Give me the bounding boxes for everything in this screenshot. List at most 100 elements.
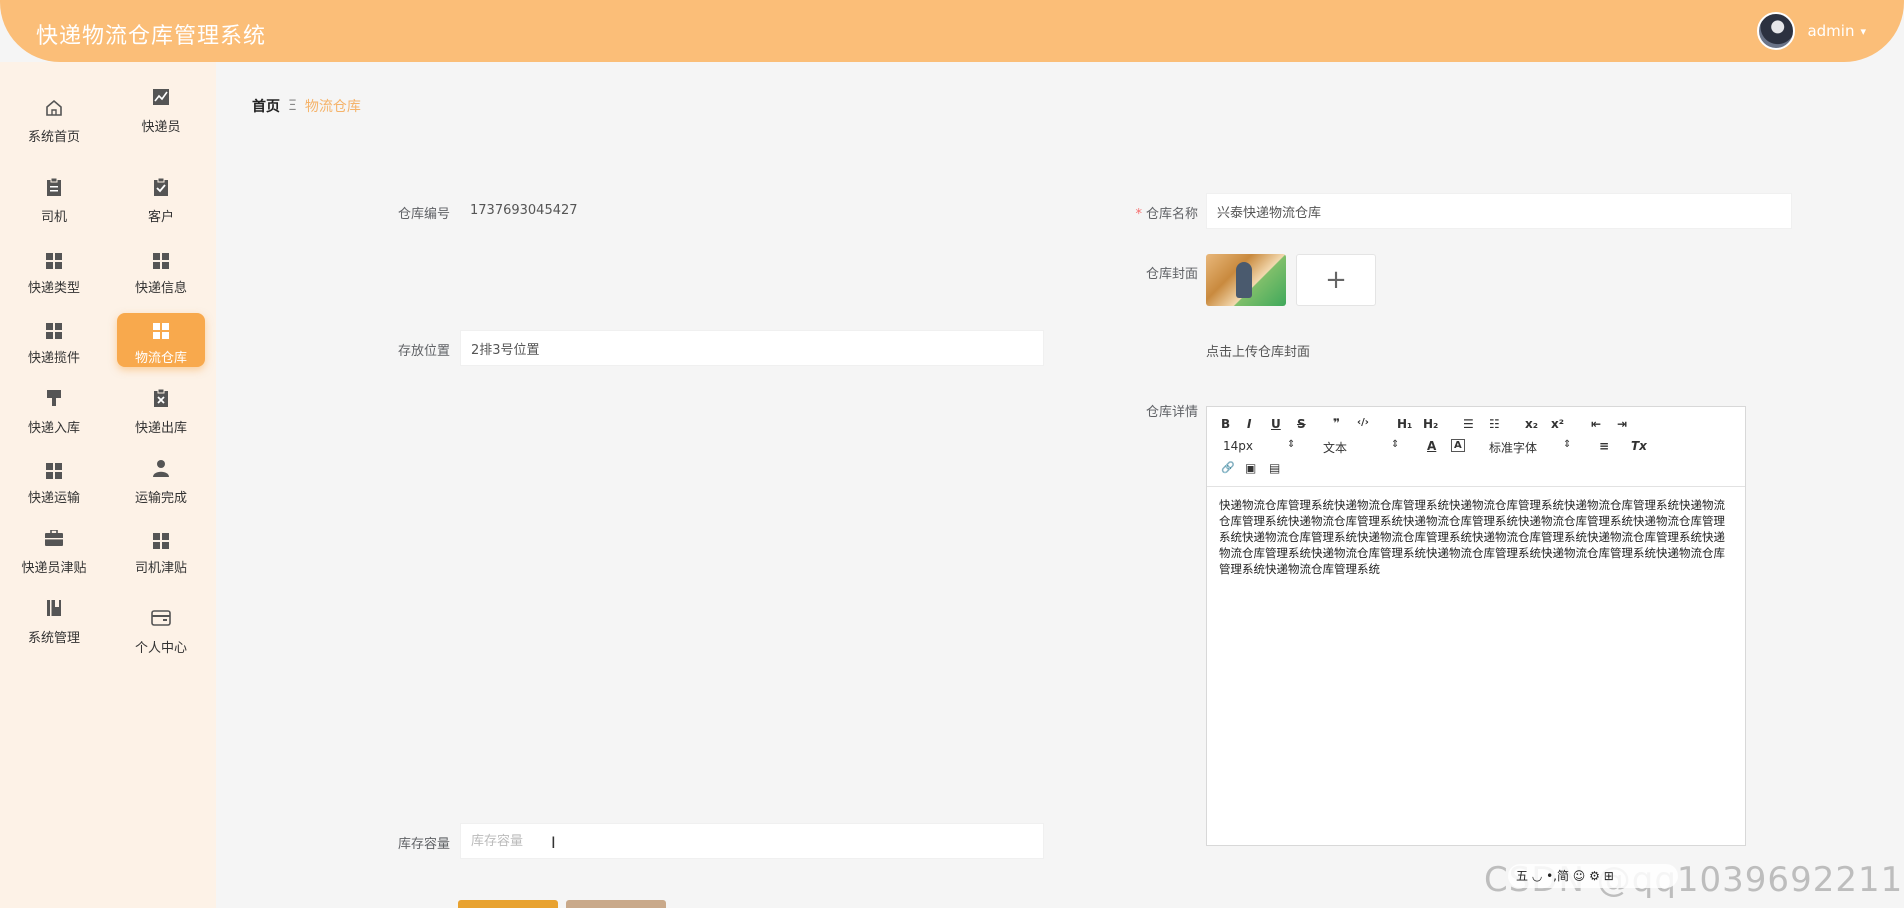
clipboard-x-icon [117, 388, 205, 413]
clipboard-icon [10, 177, 98, 202]
warehouse-detail-label: 仓库详情 [1145, 405, 1198, 420]
grid-icon [117, 529, 205, 553]
sidebar-item-warehouse[interactable]: 物流仓库 [117, 313, 205, 367]
grid-icon [117, 319, 205, 343]
location-input[interactable] [460, 330, 1044, 366]
grid-icon [10, 459, 98, 483]
font-size-caret-icon[interactable]: ⇕ [1287, 439, 1295, 450]
subscript-button[interactable]: x₂ [1525, 417, 1538, 431]
sidebar-item-outbound[interactable]: 快递出库 [117, 383, 205, 437]
background-color-button[interactable]: A [1451, 439, 1465, 452]
warehouse-cover-label: 仓库封面 [1145, 267, 1198, 282]
editor-toolbar: B I U S ❞ ‹/› H₁ H₂ ☰ ☷ x₂ x² ⇤ ⇥ 14px ⇕… [1207, 407, 1745, 487]
indent-button[interactable]: ⇥ [1617, 417, 1627, 431]
cover-thumbnail[interactable] [1206, 254, 1286, 306]
user-name[interactable]: admin [1807, 22, 1854, 40]
text-cursor-icon: Ⅰ [551, 833, 556, 852]
wallet-icon [117, 609, 205, 633]
sidebar-item-courier-allowance[interactable]: 快递员津贴 [10, 523, 98, 577]
breadcrumb-current: 物流仓库 [304, 99, 361, 115]
sidebar-item-driver[interactable]: 司机 [10, 172, 98, 226]
sidebar-item-label: 快递员 [141, 120, 181, 135]
quote-button[interactable]: ❞ [1333, 416, 1340, 430]
avatar[interactable] [1757, 12, 1796, 50]
editor-content[interactable]: 快递物流仓库管理系统快递物流仓库管理系统快递物流仓库管理系统快递物流仓库管理系统… [1207, 487, 1745, 587]
grid-icon [10, 249, 98, 273]
ime-toolbar[interactable]: 五 ◡ •,简 ☺ ⚙ ⊞ [1508, 864, 1678, 888]
bold-button[interactable]: B [1221, 417, 1230, 431]
sidebar-item-pickup[interactable]: 快递揽件 [10, 313, 98, 367]
sidebar-item-express-type[interactable]: 快递类型 [10, 243, 98, 297]
capacity-input[interactable] [460, 823, 1044, 859]
book-icon [10, 599, 98, 623]
plus-icon: + [1325, 265, 1347, 295]
warehouse-name-label: * 仓库名称 [1098, 203, 1198, 222]
rich-text-editor[interactable]: B I U S ❞ ‹/› H₁ H₂ ☰ ☷ x₂ x² ⇤ ⇥ 14px ⇕… [1206, 406, 1746, 846]
sidebar-item-inbound[interactable]: 快递入库 [10, 383, 98, 437]
sidebar-item-transport[interactable]: 快递运输 [10, 453, 98, 507]
superscript-button[interactable]: x² [1551, 417, 1564, 431]
format-select[interactable]: 文本 [1323, 439, 1347, 456]
sidebar-item-label: 快递员津贴 [21, 561, 87, 576]
ordered-list-button[interactable]: ☰ [1463, 417, 1474, 431]
outdent-button[interactable]: ⇤ [1591, 417, 1601, 431]
sidebar-item-home[interactable]: 系统首页 [10, 92, 98, 146]
underline-button[interactable]: U [1271, 417, 1281, 431]
h2-button[interactable]: H₂ [1423, 417, 1438, 431]
font-size-select[interactable]: 14px [1223, 439, 1253, 453]
sidebar-item-label: 快递揽件 [27, 351, 80, 366]
sidebar-item-label: 快递信息 [134, 281, 187, 296]
chevron-down-icon[interactable]: ▾ [1860, 25, 1866, 38]
sidebar-item-label: 个人中心 [134, 641, 187, 656]
breadcrumb-separator-icon: Ξ [288, 98, 297, 114]
warehouse-name-input[interactable] [1206, 193, 1792, 229]
warehouse-name-label-text: 仓库名称 [1145, 207, 1198, 222]
format-caret-icon[interactable]: ⇕ [1391, 439, 1399, 450]
sidebar-item-label: 司机 [40, 210, 67, 225]
required-mark: * [1135, 207, 1142, 222]
sidebar-item-transport-done[interactable]: 运输完成 [117, 453, 205, 507]
sidebar-item-system[interactable]: 系统管理 [10, 593, 98, 647]
sidebar-item-label: 运输完成 [134, 491, 187, 506]
h1-button[interactable]: H₁ [1397, 417, 1412, 431]
image-icon[interactable]: ▣ [1245, 461, 1256, 475]
clipboard-check-icon [117, 177, 205, 202]
breadcrumb: 首页 Ξ 物流仓库 [252, 96, 361, 116]
home-icon [10, 98, 98, 122]
user-menu[interactable]: admin ▾ [1757, 12, 1866, 50]
sidebar-item-label: 系统管理 [27, 631, 80, 646]
breadcrumb-home[interactable]: 首页 [252, 96, 280, 116]
grid-icon [117, 249, 205, 273]
sidebar-item-label: 快递运输 [27, 491, 80, 506]
sidebar-item-label: 司机津贴 [134, 561, 187, 576]
sidebar: 系统首页 快递员 司机 客户 快递类型 快递信息 快递揽件 物流仓库 快递入库 … [0, 62, 216, 908]
code-button[interactable]: ‹/› [1357, 417, 1369, 428]
save-button[interactable] [458, 900, 558, 908]
sidebar-item-courier[interactable]: 快递员 [117, 82, 205, 136]
sidebar-item-profile[interactable]: 个人中心 [117, 603, 205, 657]
bullet-list-button[interactable]: ☷ [1489, 417, 1500, 431]
sidebar-item-label: 快递入库 [27, 421, 80, 436]
font-family-caret-icon[interactable]: ⇕ [1563, 439, 1571, 450]
capacity-label: 库存容量 [397, 837, 450, 852]
upload-button[interactable]: + [1296, 254, 1376, 306]
top-header: 快递物流仓库管理系统 admin ▾ [0, 0, 1904, 62]
cancel-button[interactable] [566, 900, 666, 908]
video-icon[interactable]: ▤ [1269, 461, 1280, 475]
font-family-select[interactable]: 标准字体 [1489, 439, 1537, 456]
sidebar-item-express-info[interactable]: 快递信息 [117, 243, 205, 297]
sidebar-item-label: 系统首页 [27, 130, 80, 145]
warehouse-code-label: 仓库编号 [397, 207, 450, 222]
sidebar-item-label: 快递出库 [134, 421, 187, 436]
sidebar-item-customer[interactable]: 客户 [117, 172, 205, 226]
italic-button[interactable]: I [1247, 417, 1251, 431]
align-button[interactable]: ≡ [1599, 439, 1609, 453]
link-icon[interactable]: 🔗 [1221, 461, 1235, 474]
font-color-button[interactable]: A [1427, 439, 1436, 453]
strike-button[interactable]: S [1297, 417, 1306, 431]
clear-format-button[interactable]: Tx [1631, 439, 1647, 453]
sidebar-item-driver-allowance[interactable]: 司机津贴 [117, 523, 205, 577]
chart-icon [117, 88, 205, 112]
sidebar-item-label: 客户 [147, 210, 174, 225]
cover-upload-hint[interactable]: 点击上传仓库封面 [1206, 341, 1310, 360]
